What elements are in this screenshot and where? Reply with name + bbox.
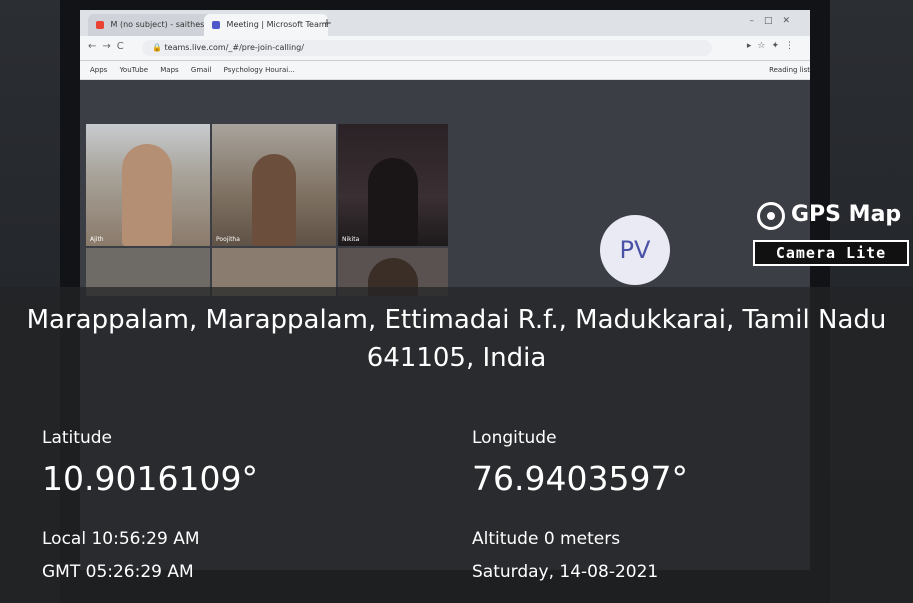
participant-figure	[122, 144, 172, 246]
video-tile: Poojitha	[212, 124, 336, 246]
bookmark-psychology[interactable]: Psychology Hourai...	[224, 66, 295, 74]
participant-figure	[368, 158, 418, 246]
logo-title: GPS Map	[791, 202, 902, 227]
photo-scene: M (no subject) - saithesh Meeting | Micr…	[0, 0, 913, 603]
bookmark-youtube[interactable]: YouTube	[120, 66, 148, 74]
tab-label: Meeting | Microsoft Teams	[226, 20, 328, 29]
longitude-value: 76.9403597°	[472, 459, 688, 498]
tab-label: M (no subject) - saithesh	[110, 20, 210, 29]
video-tile: Ajith	[86, 124, 210, 246]
gmt-time: GMT 05:26:29 AM	[42, 562, 194, 582]
bookmark-apps[interactable]: Apps	[90, 66, 107, 74]
address-bar: ←→C 🔒 teams.live.com/_#/pre-join-calling…	[80, 36, 810, 61]
altitude: Altitude 0 meters	[472, 529, 621, 549]
url-input[interactable]: 🔒 teams.live.com/_#/pre-join-calling/	[142, 40, 712, 56]
gps-map-camera-logo: GPS Map Camera Lite	[753, 198, 913, 278]
window-controls[interactable]: –□✕	[749, 16, 800, 26]
tile-label: Poojitha	[216, 236, 240, 243]
participant-figure	[252, 154, 296, 246]
video-tile: Nikita	[338, 124, 448, 246]
latitude-value: 10.9016109°	[42, 459, 258, 498]
local-time: Local 10:56:29 AM	[42, 529, 200, 549]
browser-tab-bar: M (no subject) - saithesh Meeting | Micr…	[80, 10, 810, 36]
browser-tab-gmail[interactable]: M (no subject) - saithesh	[88, 14, 212, 36]
reading-list[interactable]: Reading list	[769, 61, 810, 79]
extensions-icons[interactable]: ▸☆✦⋮	[747, 41, 800, 51]
location-address: Marappalam, Marappalam, Ettimadai R.f., …	[26, 305, 887, 373]
gmail-icon	[96, 20, 104, 29]
browser-tab-teams[interactable]: Meeting | Microsoft Teams	[204, 14, 328, 36]
tile-label: Nikita	[342, 236, 360, 243]
latitude-label: Latitude	[42, 428, 112, 448]
new-tab-button[interactable]: +	[322, 16, 332, 30]
nav-buttons[interactable]: ←→C	[88, 41, 130, 52]
camera-lens-icon	[757, 202, 785, 230]
logo-subtitle: Camera Lite	[753, 240, 909, 266]
bookmarks-bar: Apps YouTube Maps Gmail Psychology Houra…	[80, 61, 810, 80]
url-text: teams.live.com/_#/pre-join-calling/	[164, 43, 304, 52]
teams-icon	[212, 20, 220, 29]
bookmark-maps[interactable]: Maps	[160, 66, 178, 74]
participant-avatar: PV	[600, 215, 670, 285]
location-stamp-overlay: Marappalam, Marappalam, Ettimadai R.f., …	[0, 287, 913, 603]
date: Saturday, 14-08-2021	[472, 562, 659, 582]
longitude-label: Longitude	[472, 428, 557, 448]
lock-icon: 🔒	[152, 43, 165, 52]
bookmark-gmail[interactable]: Gmail	[191, 66, 211, 74]
tile-label: Ajith	[90, 236, 104, 243]
